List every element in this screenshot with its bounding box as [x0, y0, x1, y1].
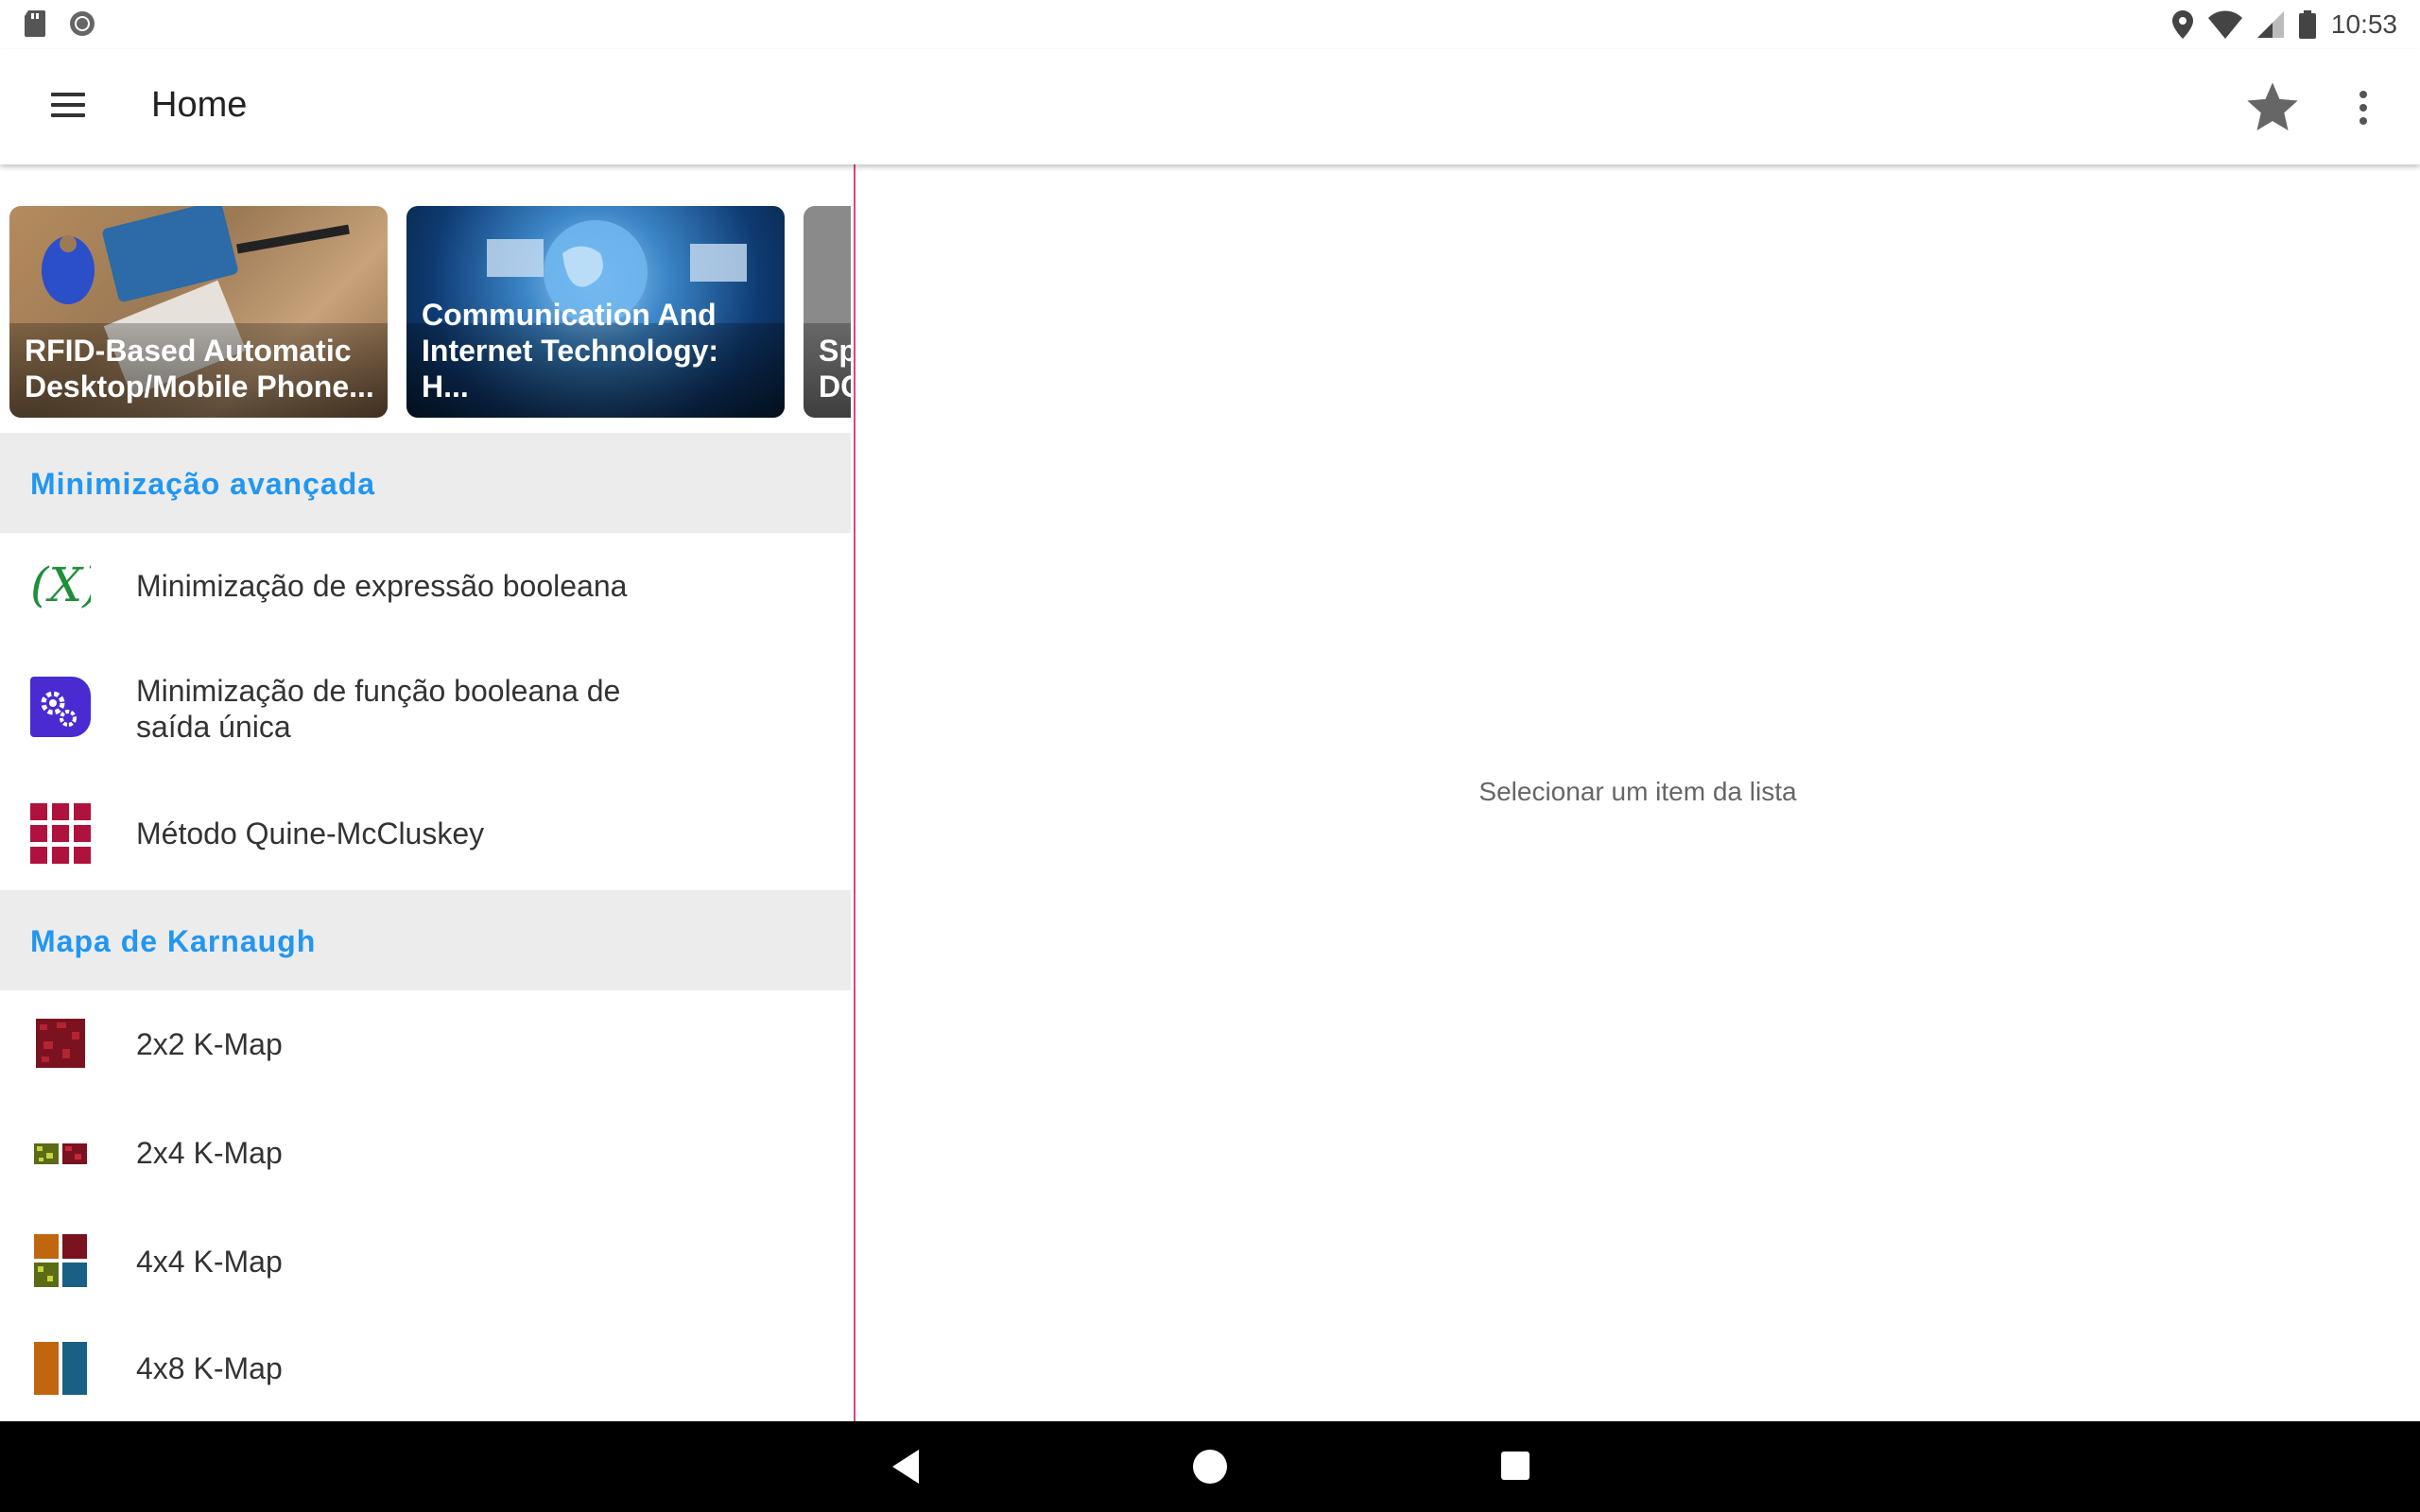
gears-icon	[30, 677, 91, 737]
grid-icon	[30, 803, 91, 864]
sd-card-icon	[25, 10, 45, 37]
svg-text:(X): (X)	[30, 558, 91, 612]
wifi-icon	[2207, 10, 2242, 39]
status-bar: 10:53	[0, 0, 2420, 49]
promo-card[interactable]: Communication And Internet Technology: H…	[406, 206, 785, 418]
hamburger-menu-icon[interactable]	[38, 83, 98, 130]
sync-circle-icon	[70, 11, 95, 36]
home-icon[interactable]	[1193, 1450, 1227, 1484]
function-x-icon: (X)	[30, 556, 101, 616]
clock: 10:53	[2330, 9, 2397, 39]
overflow-menu-icon[interactable]	[2339, 77, 2386, 138]
cell-signal-icon	[2256, 11, 2284, 38]
promo-card[interactable]: Sp DC	[804, 206, 851, 418]
list-item-kmap-4x8[interactable]: 4x8 K-Map	[0, 1315, 851, 1421]
kmap-4x8-icon	[30, 1338, 91, 1399]
favorite-star-icon[interactable]	[2242, 77, 2303, 138]
promo-card-title: Sp DC	[819, 334, 851, 404]
recent-apps-icon[interactable]	[1501, 1452, 1530, 1480]
battery-icon	[2298, 10, 2316, 39]
system-nav-bar	[0, 1421, 2420, 1512]
promo-card-title: Communication And Internet Technology: H…	[422, 298, 719, 404]
back-icon[interactable]	[885, 1446, 926, 1487]
promo-card[interactable]: RFID-Based Automatic Desktop/Mobile Phon…	[9, 206, 388, 418]
list-item-single-output-function[interactable]: Minimização de função booleana de saída …	[0, 641, 851, 777]
kmap-2x4-icon	[30, 1123, 91, 1183]
location-icon	[2171, 10, 2193, 39]
section-header: Mapa de Karnaugh	[0, 890, 851, 990]
kmap-2x2-icon	[30, 1013, 91, 1074]
detail-pane: Selecionar um item da lista	[856, 164, 2420, 1421]
app-toolbar: Home	[0, 49, 2420, 164]
list-item-boolean-expression[interactable]: (X) Minimização de expressão booleana	[0, 533, 851, 641]
list-item-kmap-4x4[interactable]: 4x4 K-Map	[0, 1208, 851, 1315]
list-item-kmap-2x4[interactable]: 2x4 K-Map	[0, 1098, 851, 1208]
promo-carousel[interactable]: RFID-Based Automatic Desktop/Mobile Phon…	[0, 206, 851, 418]
page-title: Home	[151, 85, 248, 125]
list-item-quine-mccluskey[interactable]: Método Quine-McCluskey	[0, 777, 851, 890]
kmap-4x4-icon	[30, 1230, 91, 1291]
promo-card-title: RFID-Based Automatic Desktop/Mobile Phon…	[25, 334, 374, 404]
master-list-pane: RFID-Based Automatic Desktop/Mobile Phon…	[0, 164, 851, 1421]
section-header: Minimização avançada	[0, 433, 851, 533]
empty-state-text: Selecionar um item da lista	[1478, 777, 1797, 806]
list-item-kmap-2x2[interactable]: 2x2 K-Map	[0, 990, 851, 1098]
